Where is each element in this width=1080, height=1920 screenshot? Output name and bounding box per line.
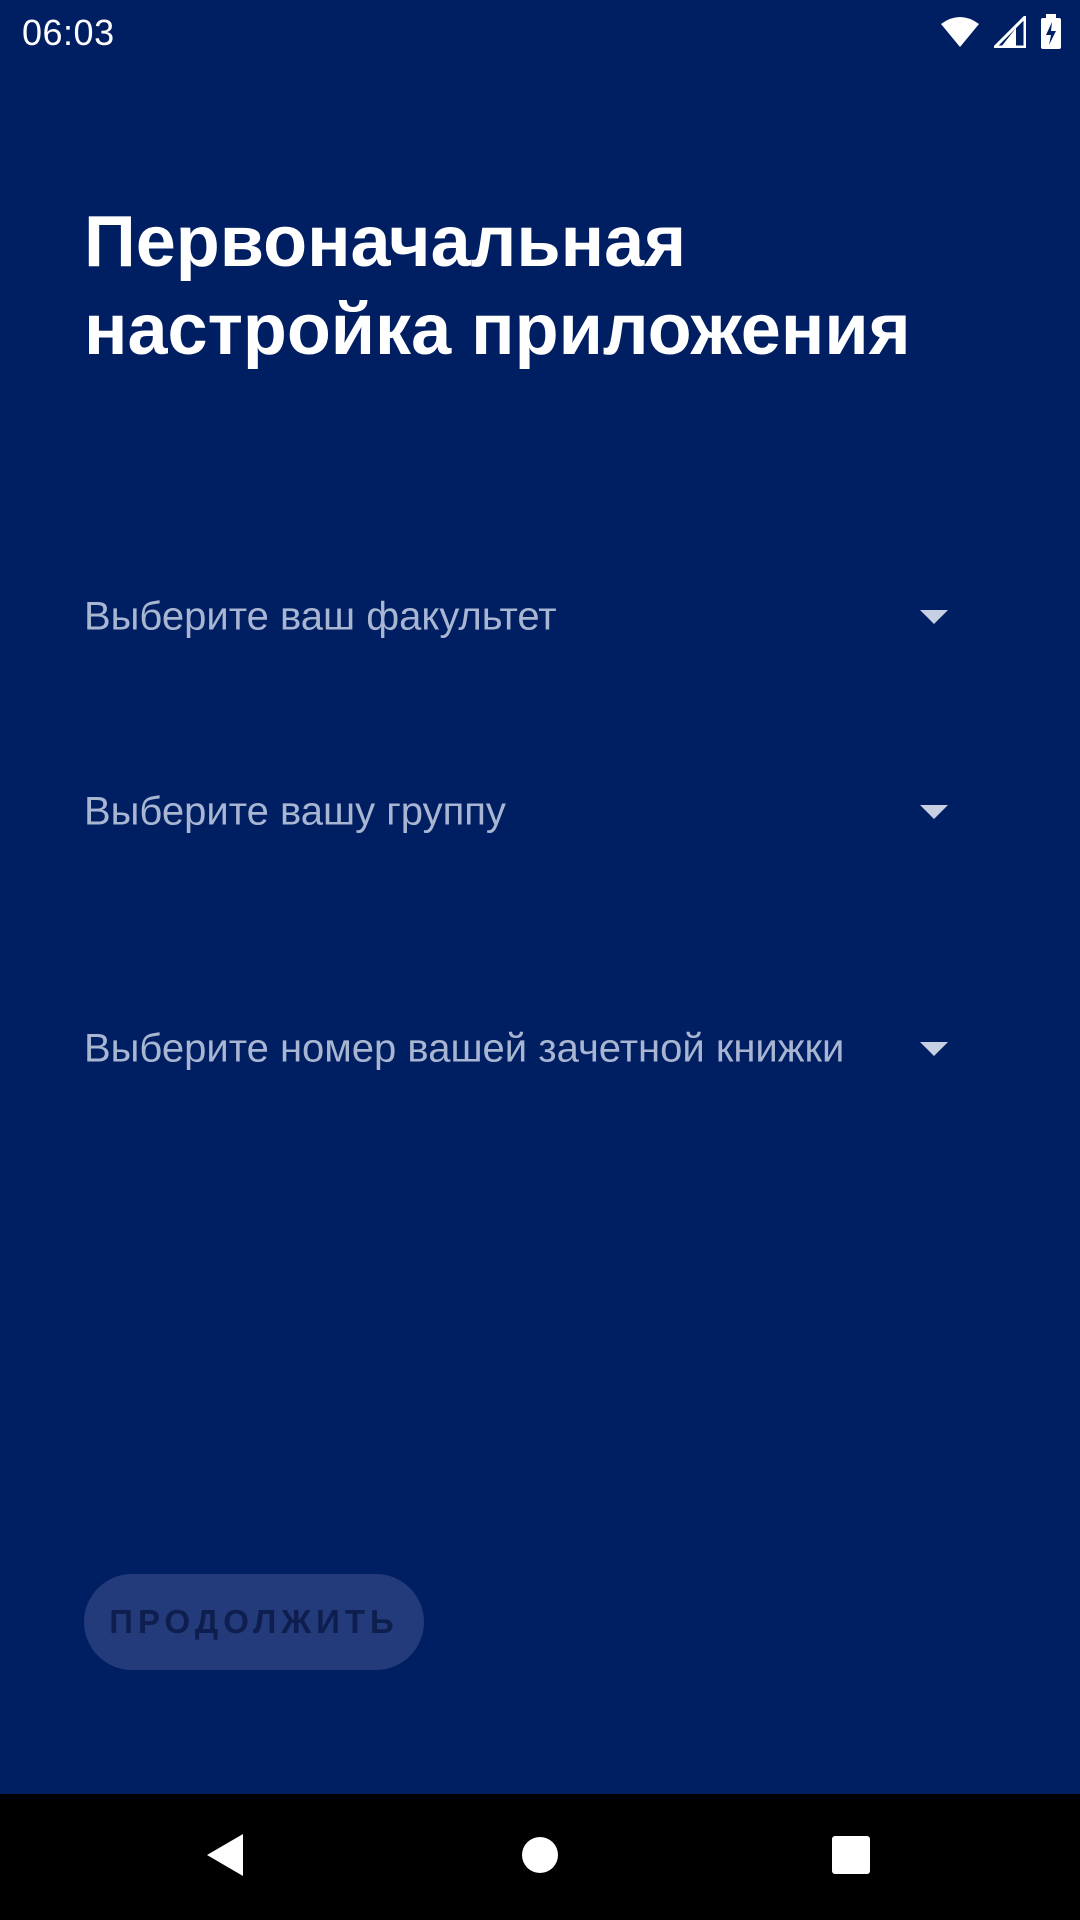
continue-button-label: ПРОДОЛЖИТЬ <box>109 1603 399 1640</box>
setup-screen: 06:03 Первоначальная настройка приложени… <box>0 0 1080 1920</box>
home-icon <box>521 1836 559 1879</box>
wifi-icon <box>940 16 980 48</box>
cellular-signal-icon <box>994 16 1026 48</box>
group-dropdown-label: Выберите вашу группу <box>84 789 506 834</box>
continue-button[interactable]: ПРОДОЛЖИТЬ <box>84 1574 424 1670</box>
navigation-bar <box>0 1794 1080 1920</box>
recents-button[interactable] <box>776 1794 926 1920</box>
chevron-down-icon <box>920 1042 948 1056</box>
status-bar: 06:03 <box>0 0 1080 66</box>
status-time: 06:03 <box>22 12 115 53</box>
page-title: Первоначальная настройка приложения <box>84 202 911 370</box>
status-icons <box>940 12 1062 52</box>
faculty-dropdown[interactable]: Выберите ваш факультет <box>84 572 964 662</box>
back-icon <box>205 1832 245 1883</box>
record-book-dropdown[interactable]: Выберите номер вашей зачетной книжки <box>84 1004 964 1094</box>
battery-charging-icon <box>1040 14 1062 50</box>
home-button[interactable] <box>465 1794 615 1920</box>
back-button[interactable] <box>150 1794 300 1920</box>
record-book-dropdown-label: Выберите номер вашей зачетной книжки <box>84 1026 845 1071</box>
group-dropdown[interactable]: Выберите вашу группу <box>84 767 964 857</box>
recents-icon <box>831 1835 871 1880</box>
chevron-down-icon <box>920 805 948 819</box>
chevron-down-icon <box>920 610 948 624</box>
faculty-dropdown-label: Выберите ваш факультет <box>84 594 557 639</box>
